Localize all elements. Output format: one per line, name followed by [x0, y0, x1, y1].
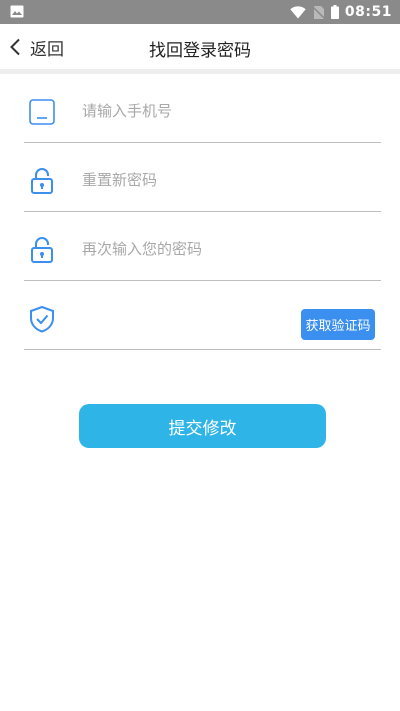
submit-button[interactable]: 提交修改: [79, 404, 326, 448]
new-password-row: [24, 143, 381, 212]
phone-row: [24, 74, 381, 143]
confirm-password-row: [24, 212, 381, 281]
new-password-input[interactable]: [82, 165, 282, 195]
no-sim-icon: [312, 5, 325, 19]
battery-icon: [330, 5, 339, 19]
status-time: 08:51: [344, 4, 392, 20]
image-icon: [10, 5, 24, 18]
status-bar: 08:51: [0, 0, 400, 24]
lock-icon: [31, 237, 53, 263]
wifi-icon: [290, 5, 306, 18]
reset-password-form: 获取验证码: [24, 74, 381, 350]
app-bar: 返回 找回登录密码: [0, 24, 400, 69]
phone-icon: [29, 99, 55, 125]
verification-code-input[interactable]: [82, 303, 282, 333]
page-title: 找回登录密码: [149, 41, 251, 61]
phone-input[interactable]: [82, 96, 282, 126]
status-icons: 08:51: [290, 0, 392, 24]
shield-check-icon: [30, 305, 54, 333]
confirm-password-input[interactable]: [82, 234, 282, 264]
verification-row: 获取验证码: [24, 281, 381, 350]
lock-icon: [31, 168, 53, 194]
get-code-button[interactable]: 获取验证码: [301, 309, 375, 340]
